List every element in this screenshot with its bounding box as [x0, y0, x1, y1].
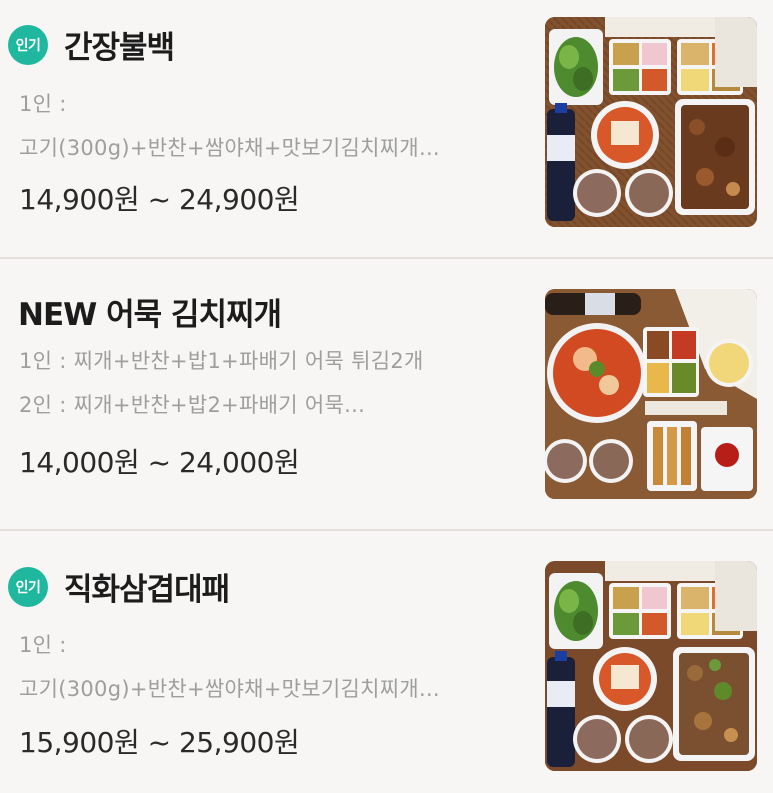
menu-title-row: 인기 직화삼겹대패 — [8, 564, 230, 609]
food-photo-image — [545, 17, 757, 227]
menu-price: 15,900원 ~ 25,900원 — [19, 726, 300, 759]
menu-desc-line2: 2인 : 찌개+반찬+밥2+파배기 어묵... — [19, 393, 366, 417]
menu-price: 14,000원 ~ 24,000원 — [19, 446, 300, 479]
menu-title-row: NEW 어묵 김치찌개 — [8, 289, 282, 334]
menu-title: NEW 어묵 김치찌개 — [18, 297, 282, 333]
popular-badge: 인기 — [8, 566, 48, 607]
popular-badge: 인기 — [8, 24, 48, 65]
menu-desc-line2: 고기(300g)+반찬+쌈야채+맛보기김치찌개... — [19, 677, 440, 701]
menu-thumbnail[interactable] — [545, 289, 757, 499]
menu-title: 직화삼겹대패 — [64, 572, 230, 608]
menu-thumbnail[interactable] — [545, 561, 757, 771]
menu-item-jikhwa-samgyeop-daepae[interactable]: 인기 직화삼겹대패 1인 : 고기(300g)+반찬+쌈야채+맛보기김치찌개..… — [0, 531, 773, 793]
menu-item-eomuk-kimchi-jjigae[interactable]: NEW 어묵 김치찌개 1인 : 찌개+반찬+밥1+파배기 어묵 튀김2개 2인… — [0, 259, 773, 529]
menu-desc-line2: 고기(300g)+반찬+쌈야채+맛보기김치찌개... — [19, 136, 440, 160]
menu-item-ganjang-bulbaek[interactable]: 인기 간장불백 1인 : 고기(300g)+반찬+쌈야채+맛보기김치찌개... … — [0, 0, 773, 257]
menu-title-row: 인기 간장불백 — [8, 22, 175, 67]
menu-price: 14,900원 ~ 24,900원 — [19, 183, 300, 216]
menu-desc-line1: 1인 : 찌개+반찬+밥1+파배기 어묵 튀김2개 — [19, 349, 424, 373]
menu-desc-line1: 1인 : — [19, 92, 67, 116]
menu-list: 인기 간장불백 1인 : 고기(300g)+반찬+쌈야채+맛보기김치찌개... … — [0, 0, 773, 793]
menu-title: 간장불백 — [64, 30, 175, 66]
food-photo-image — [545, 561, 757, 771]
menu-desc-line1: 1인 : — [19, 633, 67, 657]
food-photo-image — [545, 289, 757, 499]
menu-thumbnail[interactable] — [545, 17, 757, 227]
